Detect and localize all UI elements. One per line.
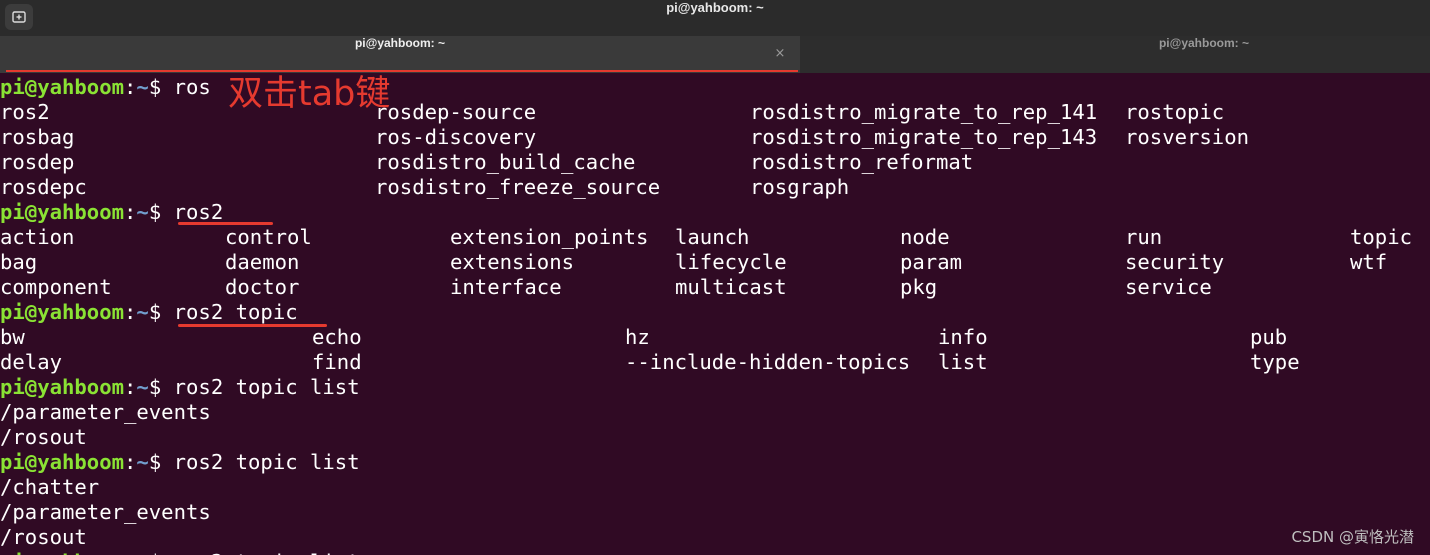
output-item: rosgraph bbox=[750, 175, 850, 199]
output-item: lifecycle bbox=[675, 250, 787, 274]
output-item: delay bbox=[0, 350, 62, 374]
prompt-line: pi@yahboom:~$ ros2 topic list bbox=[0, 550, 360, 555]
output-item: launch bbox=[675, 225, 750, 249]
prompt-path: ~ bbox=[136, 550, 148, 555]
output-item: action bbox=[0, 225, 75, 249]
output-item: rosdistro_migrate_to_rep_141 bbox=[750, 100, 1098, 124]
output-item: multicast bbox=[675, 275, 787, 299]
tab-label: pi@yahboom: ~ bbox=[354, 36, 446, 50]
output-item: service bbox=[1125, 275, 1212, 299]
output-item: hz bbox=[625, 325, 650, 349]
output-item: security bbox=[1125, 250, 1225, 274]
prompt-line: pi@yahboom:~$ ros2 topic list bbox=[0, 450, 360, 475]
output-item: --include-hidden-topics bbox=[625, 350, 911, 374]
output-item: interface bbox=[450, 275, 562, 299]
output-item: run bbox=[1125, 225, 1163, 249]
output-item: component bbox=[0, 275, 112, 299]
output-item: type bbox=[1250, 350, 1300, 374]
tab-active[interactable]: pi@yahboom: ~ × bbox=[0, 36, 800, 73]
output-item: rosdepc bbox=[0, 175, 87, 199]
prompt-separator: : bbox=[124, 375, 137, 399]
active-tab-indicator bbox=[6, 70, 798, 72]
output-item: rosdep-source bbox=[375, 100, 537, 124]
annotation-underline bbox=[178, 222, 273, 225]
prompt-user: pi@yahboom bbox=[0, 75, 124, 99]
prompt-path: ~ bbox=[136, 75, 149, 99]
output-item: info bbox=[938, 325, 988, 349]
watermark: CSDN @寅恪光潜 bbox=[1291, 528, 1414, 546]
output-item: topic bbox=[1350, 225, 1412, 249]
window-titlebar: pi@yahboom: ~ bbox=[0, 0, 1430, 36]
tab-label: pi@yahboom: ~ bbox=[1158, 36, 1250, 50]
command-text: ros2 topic list bbox=[173, 375, 360, 399]
output-item: find bbox=[312, 350, 362, 374]
prompt-symbol: $ bbox=[148, 450, 174, 474]
annotation-text: 双击tab键 bbox=[228, 74, 391, 114]
prompt-user: pi@yahboom bbox=[0, 450, 124, 474]
prompt-user: pi@yahboom bbox=[0, 200, 124, 224]
output-item: rostopic bbox=[1125, 100, 1225, 124]
prompt-user: pi@yahboom bbox=[0, 550, 124, 555]
window-title: pi@yahboom: ~ bbox=[666, 0, 764, 15]
output-item: rosdistro_build_cache bbox=[375, 150, 636, 174]
prompt-symbol: $ bbox=[148, 75, 174, 99]
prompt-path: ~ bbox=[136, 300, 149, 324]
command-text: ros2 topic list bbox=[174, 550, 360, 555]
output-item: param bbox=[900, 250, 962, 274]
output-item: /chatter bbox=[0, 475, 100, 499]
tab-close-icon[interactable]: × bbox=[772, 46, 788, 62]
prompt-user: pi@yahboom bbox=[0, 375, 124, 399]
tab-bar: pi@yahboom: ~ × pi@yahboom: ~ bbox=[0, 36, 1430, 73]
output-item: rosbag bbox=[0, 125, 75, 149]
output-item: /parameter_events bbox=[0, 500, 211, 524]
output-item: extension_points bbox=[450, 225, 649, 249]
output-item: ros2 bbox=[0, 100, 50, 124]
output-item: wtf bbox=[1350, 250, 1388, 274]
output-item: bag bbox=[0, 250, 38, 274]
output-item: pub bbox=[1250, 325, 1288, 349]
prompt-symbol: $ bbox=[148, 200, 174, 224]
output-item: bw bbox=[0, 325, 25, 349]
output-item: /rosout bbox=[0, 525, 87, 549]
output-item: rosdep bbox=[0, 150, 75, 174]
output-item: node bbox=[900, 225, 950, 249]
prompt-path: ~ bbox=[136, 375, 149, 399]
prompt-path: ~ bbox=[136, 450, 149, 474]
command-text: ros2 bbox=[173, 200, 224, 224]
output-item: /rosout bbox=[0, 425, 87, 449]
output-item: rosdistro_reformat bbox=[750, 150, 974, 174]
prompt-separator: : bbox=[124, 75, 137, 99]
prompt-separator: : bbox=[124, 450, 137, 474]
output-item: doctor bbox=[225, 275, 300, 299]
output-item: rosdistro_migrate_to_rep_143 bbox=[750, 125, 1098, 149]
prompt-symbol: $ bbox=[149, 550, 174, 555]
prompt-line: pi@yahboom:~$ ros2 topic list bbox=[0, 375, 360, 400]
output-item: pkg bbox=[900, 275, 938, 299]
output-item: extensions bbox=[450, 250, 574, 274]
prompt-line: pi@yahboom:~$ ros2 topic bbox=[0, 300, 298, 325]
prompt-symbol: $ bbox=[148, 375, 174, 399]
prompt-user: pi@yahboom bbox=[0, 300, 124, 324]
output-item: /parameter_events bbox=[0, 400, 211, 424]
terminal-output[interactable]: pi@yahboom:~$ ros ros2 rosdep-source rosdis… bbox=[0, 73, 1430, 555]
command-text: ros bbox=[173, 75, 211, 99]
command-text: ros2 topic list bbox=[173, 450, 360, 474]
prompt-path: ~ bbox=[136, 200, 149, 224]
prompt-separator: : bbox=[124, 200, 137, 224]
output-item: list bbox=[938, 350, 988, 374]
output-item: rosversion bbox=[1125, 125, 1249, 149]
output-item: ros-discovery bbox=[375, 125, 537, 149]
output-item: daemon bbox=[225, 250, 300, 274]
tab-inactive[interactable]: pi@yahboom: ~ bbox=[800, 36, 1430, 73]
annotation-underline bbox=[178, 324, 327, 327]
prompt-separator: : bbox=[124, 550, 136, 555]
prompt-separator: : bbox=[124, 300, 137, 324]
prompt-line: pi@yahboom:~$ ros bbox=[0, 75, 211, 100]
command-text: ros2 topic bbox=[173, 300, 298, 324]
output-item: control bbox=[225, 225, 312, 249]
output-item: echo bbox=[312, 325, 362, 349]
output-item: rosdistro_freeze_source bbox=[375, 175, 661, 199]
prompt-symbol: $ bbox=[148, 300, 174, 324]
